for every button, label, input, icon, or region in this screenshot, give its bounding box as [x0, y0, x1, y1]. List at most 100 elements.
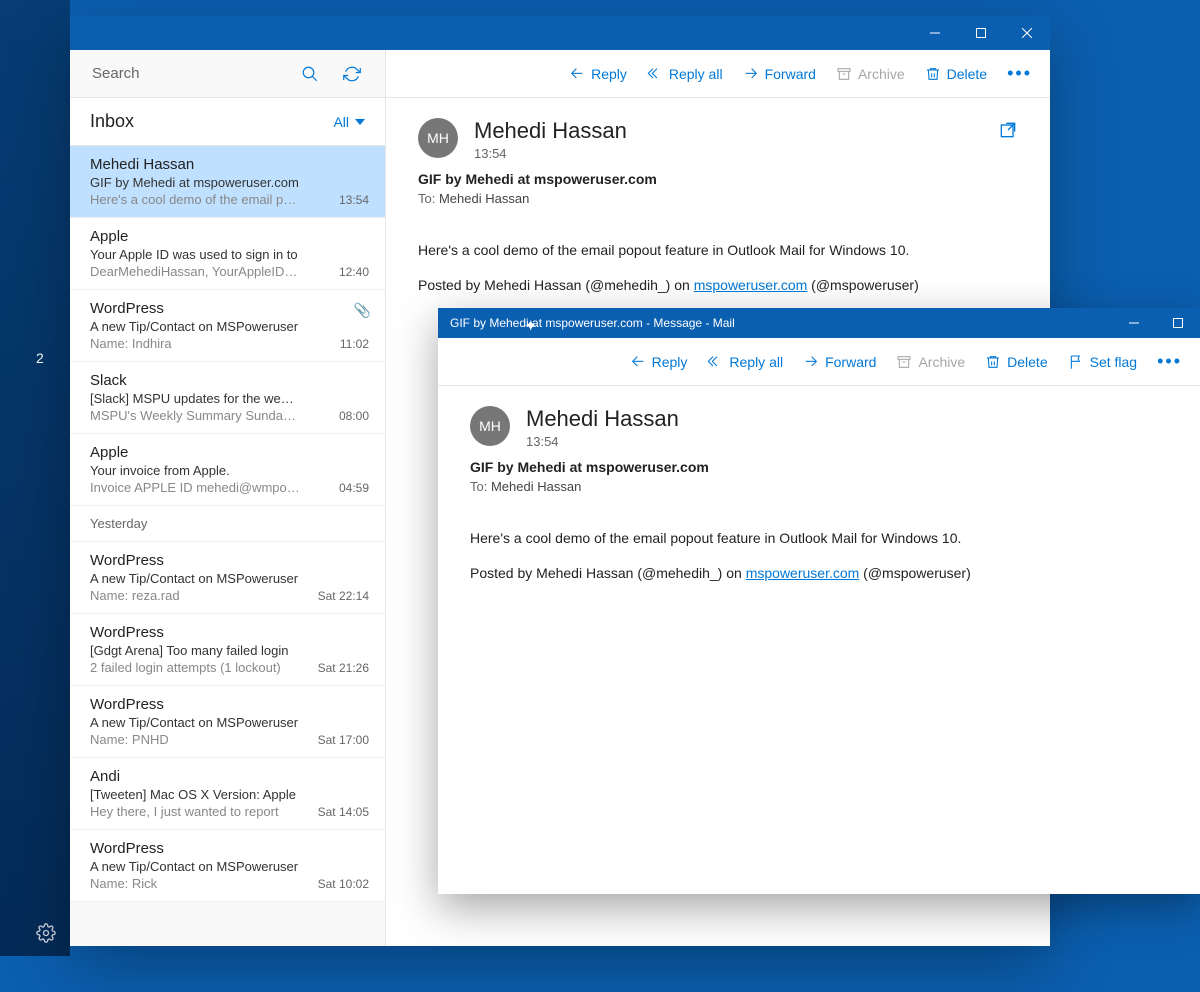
item-time: Sat 17:00: [318, 733, 369, 747]
sender-avatar: MH: [418, 118, 458, 158]
reading-toolbar: Reply Reply all Forward Archive Delete •…: [386, 50, 1050, 98]
popup-maximize-button[interactable]: [1156, 308, 1200, 338]
body-line: Posted by Mehedi Hassan (@mehedih_) on m…: [418, 275, 1018, 296]
message-subject: GIF by Mehedi at mspoweruser.com: [418, 171, 1018, 187]
message-meta: GIF by Mehedi at mspoweruser.com To: Meh…: [386, 171, 1050, 206]
popup-forward-button[interactable]: Forward: [803, 354, 876, 370]
message-list-item[interactable]: Apple Your Apple ID was used to sign in t…: [70, 218, 385, 290]
item-sender: Mehedi Hassan: [90, 156, 365, 173]
item-subject: [Gdgt Arena] Too many failed login: [90, 643, 300, 658]
attachment-icon: 📎: [354, 302, 371, 319]
window-maximize-button[interactable]: [958, 16, 1004, 50]
item-sender: Slack: [90, 372, 365, 389]
reply-all-button[interactable]: Reply all: [647, 66, 723, 82]
popup-message-subject: GIF by Mehedi at mspoweruser.com: [470, 459, 1168, 475]
more-actions-button[interactable]: •••: [1007, 63, 1032, 84]
message-list-item[interactable]: WordPress A new Tip/Contact on MSPoweruse…: [70, 290, 385, 362]
message-list-item[interactable]: Mehedi Hassan GIF by Mehedi at mspoweruse…: [70, 146, 385, 218]
message-list-item[interactable]: Slack [Slack] MSPU updates for the week o…: [70, 362, 385, 434]
popup-reply-button[interactable]: Reply: [630, 354, 688, 370]
item-preview: DearMehediHassan, YourAppleID(mehedi: [90, 264, 300, 279]
popup-message-window: GIF by Mehedi at mspoweruser.com - Messa…: [438, 308, 1200, 894]
item-time: 13:54: [339, 193, 369, 207]
message-list-item[interactable]: WordPress A new Tip/Contact on MSPoweruse…: [70, 830, 385, 902]
settings-icon[interactable]: [36, 923, 56, 948]
item-preview: Name: PNHD: [90, 732, 300, 747]
popup-message-time: 13:54: [526, 434, 679, 449]
message-time: 13:54: [474, 146, 627, 161]
item-subject: [Tweeten] Mac OS X Version: Apple: [90, 787, 300, 802]
window-minimize-button[interactable]: [912, 16, 958, 50]
item-time: 08:00: [339, 409, 369, 423]
message-list-item[interactable]: WordPressA new Tip/Contact on MSPoweruse…: [70, 686, 385, 758]
item-preview: Hey there, I just wanted to report: [90, 804, 300, 819]
popup-message-meta: GIF by Mehedi at mspoweruser.com To: Meh…: [438, 459, 1200, 494]
popup-title: GIF by Mehedi at mspoweruser.com - Messa…: [450, 316, 735, 330]
item-sender: WordPress: [90, 300, 365, 317]
desktop-taskbar: [0, 956, 1200, 992]
item-preview: MSPU's Weekly Summary Sunday, May: [90, 408, 300, 423]
item-sender: WordPress: [90, 624, 365, 641]
popup-sender-name: Mehedi Hassan: [526, 406, 679, 432]
item-sender: WordPress: [90, 840, 365, 857]
item-preview: Name: Rick Sat 10:02: [90, 876, 300, 891]
popup-message-body: Here's a cool demo of the email popout f…: [438, 494, 1200, 618]
message-list-item[interactable]: WordPress A new Tip/Contact on MSPoweruse…: [70, 542, 385, 614]
sync-icon[interactable]: [335, 57, 369, 91]
item-time: 12:40: [339, 265, 369, 279]
folder-filter-dropdown[interactable]: All: [333, 114, 365, 130]
body-line: Here's a cool demo of the email popout f…: [418, 240, 1018, 261]
popup-message-header: MH Mehedi Hassan 13:54: [438, 386, 1200, 459]
mail-titlebar[interactable]: [70, 16, 1050, 50]
item-time: Sat 21:26: [318, 661, 369, 675]
item-sender: Apple: [90, 228, 365, 245]
item-preview: Name: reza.rad Sat 22:14: [90, 588, 300, 603]
popup-more-actions-button[interactable]: •••: [1157, 351, 1182, 372]
popup-minimize-button[interactable]: [1112, 308, 1156, 338]
body-line: Posted by Mehedi Hassan (@mehedih_) on m…: [470, 563, 1168, 584]
popup-sender-avatar: MH: [470, 406, 510, 446]
body-link[interactable]: mspoweruser.com: [746, 565, 860, 581]
message-list-item[interactable]: AppleYour invoice from Apple.Invoice APP…: [70, 434, 385, 506]
message-list-item[interactable]: WordPress [Gdgt Arena] Too many failed lo…: [70, 614, 385, 686]
item-sender: WordPress: [90, 696, 365, 713]
message-list-pane: Inbox All Mehedi Hassan GIF by Mehedi at …: [70, 50, 386, 946]
desktop-left-strip: 2: [0, 0, 70, 992]
item-subject: GIF by Mehedi at mspoweruser.com: [90, 175, 300, 190]
popup-reply-all-button[interactable]: Reply all: [707, 354, 783, 370]
folder-title: Inbox: [90, 111, 134, 132]
forward-button[interactable]: Forward: [743, 66, 816, 82]
search-icon[interactable]: [293, 57, 327, 91]
delete-button[interactable]: Delete: [925, 66, 987, 82]
item-sender: Andi: [90, 768, 365, 785]
message-list-item[interactable]: Andi [Tweeten] Mac OS X Version: Apple Hey…: [70, 758, 385, 830]
item-subject: A new Tip/Contact on MSPoweruser: [90, 319, 300, 334]
item-preview: Name: Indhira: [90, 336, 300, 351]
chevron-down-icon: [355, 119, 365, 125]
item-preview: Invoice APPLE ID mehedi@wmpoweruser: [90, 480, 300, 495]
item-time: 04:59: [339, 481, 369, 495]
archive-button: Archive: [836, 66, 905, 82]
item-preview: 2 failed login attempts (1 lockout): [90, 660, 300, 675]
body-link[interactable]: mspoweruser.com: [694, 277, 808, 293]
item-subject: A new Tip/Contact on MSPoweruser: [90, 859, 300, 874]
popout-icon[interactable]: [998, 120, 1018, 145]
item-preview: Here's a cool demo of the email popout: [90, 192, 300, 207]
window-close-button[interactable]: [1004, 16, 1050, 50]
popup-delete-button[interactable]: Delete: [985, 354, 1047, 370]
item-sender: WordPress: [90, 552, 365, 569]
item-time: 11:02: [340, 337, 369, 351]
message-header: MH Mehedi Hassan 13:54: [386, 98, 1050, 171]
popup-set-flag-button[interactable]: Set flag: [1068, 354, 1137, 370]
item-subject: Your Apple ID was used to sign in to: [90, 247, 300, 262]
item-subject: A new Tip/Contact on MSPoweruser: [90, 571, 300, 586]
search-input[interactable]: [90, 64, 293, 83]
popup-titlebar[interactable]: GIF by Mehedi at mspoweruser.com - Messa…: [438, 308, 1200, 338]
popup-message-to: To: Mehedi Hassan: [470, 479, 1168, 494]
message-list[interactable]: Mehedi Hassan GIF by Mehedi at mspoweruse…: [70, 146, 385, 946]
popup-archive-button: Archive: [896, 354, 965, 370]
body-line: Here's a cool demo of the email popout f…: [470, 528, 1168, 549]
reply-button[interactable]: Reply: [569, 66, 627, 82]
search-row: [70, 50, 385, 98]
item-subject: [Slack] MSPU updates for the week of: [90, 391, 300, 406]
